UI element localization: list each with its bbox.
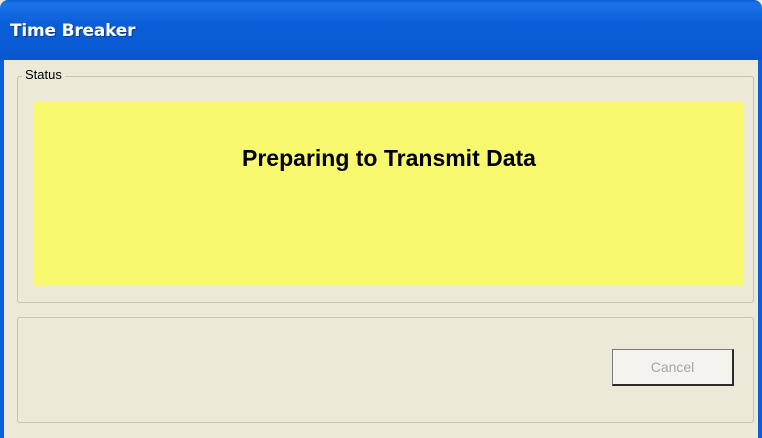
- cancel-button[interactable]: Cancel: [612, 349, 734, 386]
- dialog-window: Time Breaker Status Preparing to Transmi…: [0, 0, 762, 438]
- window-frame-right: [758, 60, 762, 438]
- status-panel: Preparing to Transmit Data: [34, 101, 744, 285]
- title-bar[interactable]: Time Breaker: [0, 0, 762, 60]
- status-message: Preparing to Transmit Data: [242, 145, 536, 171]
- status-groupbox-label: Status: [22, 67, 65, 82]
- window-title: Time Breaker: [10, 21, 136, 41]
